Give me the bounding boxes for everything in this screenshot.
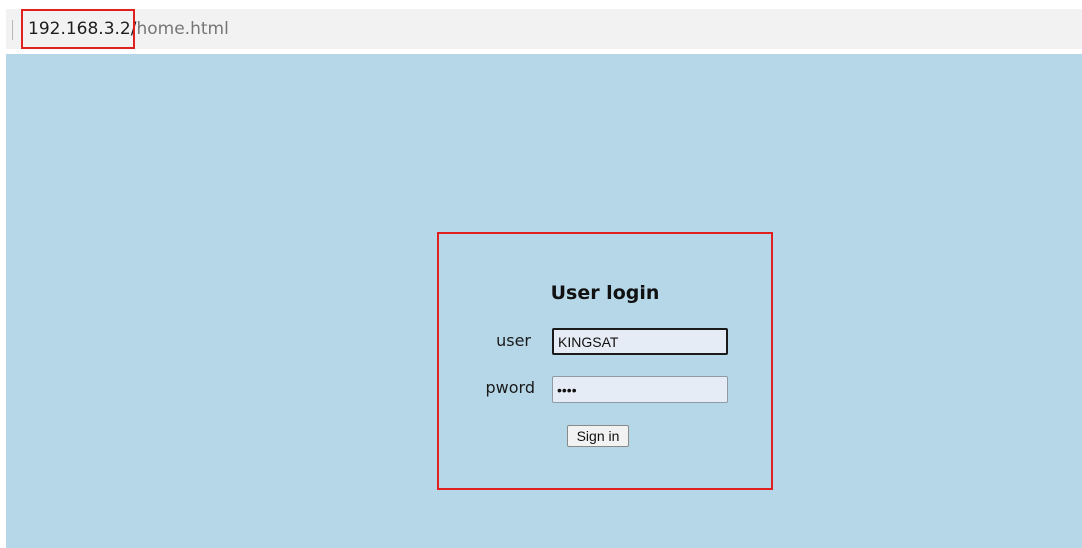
- password-label: pword: [485, 378, 535, 397]
- password-input[interactable]: [552, 376, 728, 403]
- sign-in-button[interactable]: Sign in: [567, 425, 629, 447]
- username-input[interactable]: [552, 328, 728, 355]
- url-host-highlight-box: [21, 9, 135, 49]
- user-label: user: [496, 331, 531, 350]
- address-bar-divider: [12, 20, 13, 40]
- url-path: home.html: [136, 19, 229, 39]
- login-panel-highlight-box: User login user pword Sign in: [437, 232, 773, 490]
- login-title: User login: [550, 282, 660, 304]
- page-content: User login user pword Sign in: [6, 54, 1082, 548]
- address-bar[interactable]: 192.168.3.2/home.html: [6, 9, 1082, 49]
- browser-window: 192.168.3.2/home.html User login user pw…: [0, 0, 1082, 548]
